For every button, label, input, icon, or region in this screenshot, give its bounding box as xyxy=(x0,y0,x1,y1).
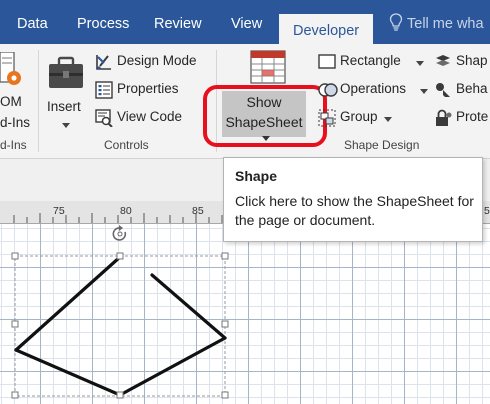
shape-name-icon xyxy=(436,55,450,66)
behavior-icon xyxy=(436,83,450,97)
rectangle-label: Rectangle xyxy=(340,53,401,68)
shape-lines xyxy=(14,255,227,397)
shape-name-button[interactable]: Shap xyxy=(434,51,490,73)
lightbulb-icon xyxy=(389,13,403,31)
rotate-handle-icon[interactable] xyxy=(110,224,130,244)
com-addins-label-bottom: d-Ins xyxy=(0,115,31,130)
view-code-label: View Code xyxy=(117,109,183,124)
com-addins-label-top: OM xyxy=(0,94,22,109)
tooltip-body: Click here to show the ShapeSheet for th… xyxy=(235,193,474,228)
shape-name-label: Shap xyxy=(456,53,488,68)
properties-label: Properties xyxy=(117,81,179,96)
behavior-button[interactable]: Beha xyxy=(434,79,490,101)
group-separator xyxy=(38,50,39,152)
protection-label: Prote xyxy=(456,109,489,124)
selected-shape[interactable] xyxy=(0,224,490,404)
tab-review[interactable]: Review xyxy=(154,0,202,44)
ribbon-tab-bar: Data Process Review View Developer Tell … xyxy=(0,0,490,44)
design-mode-label: Design Mode xyxy=(117,53,197,68)
tooltip-title: Shape xyxy=(235,168,278,184)
rectangle-button[interactable]: Rectangle xyxy=(318,51,428,73)
group-icon xyxy=(318,109,336,127)
selection-box xyxy=(14,255,226,397)
ruler-label-partial: 5 xyxy=(484,205,490,217)
rectangle-icon xyxy=(318,54,336,69)
behavior-label: Beha xyxy=(456,81,488,96)
shape-design-group-label: Shape Design xyxy=(344,138,420,152)
operations-label: Operations xyxy=(340,81,407,96)
ruler-label-80: 80 xyxy=(120,205,132,217)
ruler-label-85: 85 xyxy=(192,205,204,217)
protection-button[interactable]: Prote xyxy=(434,107,490,129)
design-mode-icon xyxy=(96,55,111,70)
chevron-down-icon xyxy=(420,89,428,94)
design-mode-button[interactable]: Design Mode xyxy=(95,51,210,73)
highlight-ring xyxy=(203,85,327,147)
controls-group-label: Controls xyxy=(104,138,149,152)
group-button[interactable]: Group xyxy=(318,107,398,129)
ribbon: OM d-Ins d-Ins Insert Design Mode Proper… xyxy=(0,44,490,159)
lock-icon xyxy=(436,109,452,126)
chevron-down-icon xyxy=(416,61,424,66)
tell-me-box[interactable]: Tell me wha xyxy=(389,0,484,44)
tell-me-text: Tell me wha xyxy=(407,16,484,32)
view-code-button[interactable]: View Code xyxy=(95,107,210,129)
drawing-canvas[interactable] xyxy=(0,224,490,404)
insert-control-button[interactable]: Insert xyxy=(44,50,88,134)
com-addins-icon xyxy=(0,52,21,85)
shapesheet-tooltip: Shape Click here to show the ShapeSheet … xyxy=(223,157,483,242)
tab-view[interactable]: View xyxy=(231,0,262,44)
properties-button[interactable]: Properties xyxy=(95,79,210,101)
group-label: Group xyxy=(340,109,378,124)
addins-group-label: d-Ins xyxy=(0,138,27,152)
tab-process[interactable]: Process xyxy=(77,0,129,44)
properties-icon xyxy=(95,81,113,99)
chevron-down-icon xyxy=(384,117,392,122)
view-code-icon xyxy=(95,109,113,127)
toolbox-icon xyxy=(49,56,83,88)
ruler-label-75: 75 xyxy=(53,205,65,217)
shapesheet-icon xyxy=(250,50,286,84)
tab-data[interactable]: Data xyxy=(17,0,48,44)
tab-developer[interactable]: Developer xyxy=(279,14,374,44)
chevron-down-icon xyxy=(62,123,70,128)
operations-icon xyxy=(318,83,338,97)
operations-button[interactable]: Operations xyxy=(318,79,428,101)
insert-label: Insert xyxy=(47,99,81,114)
